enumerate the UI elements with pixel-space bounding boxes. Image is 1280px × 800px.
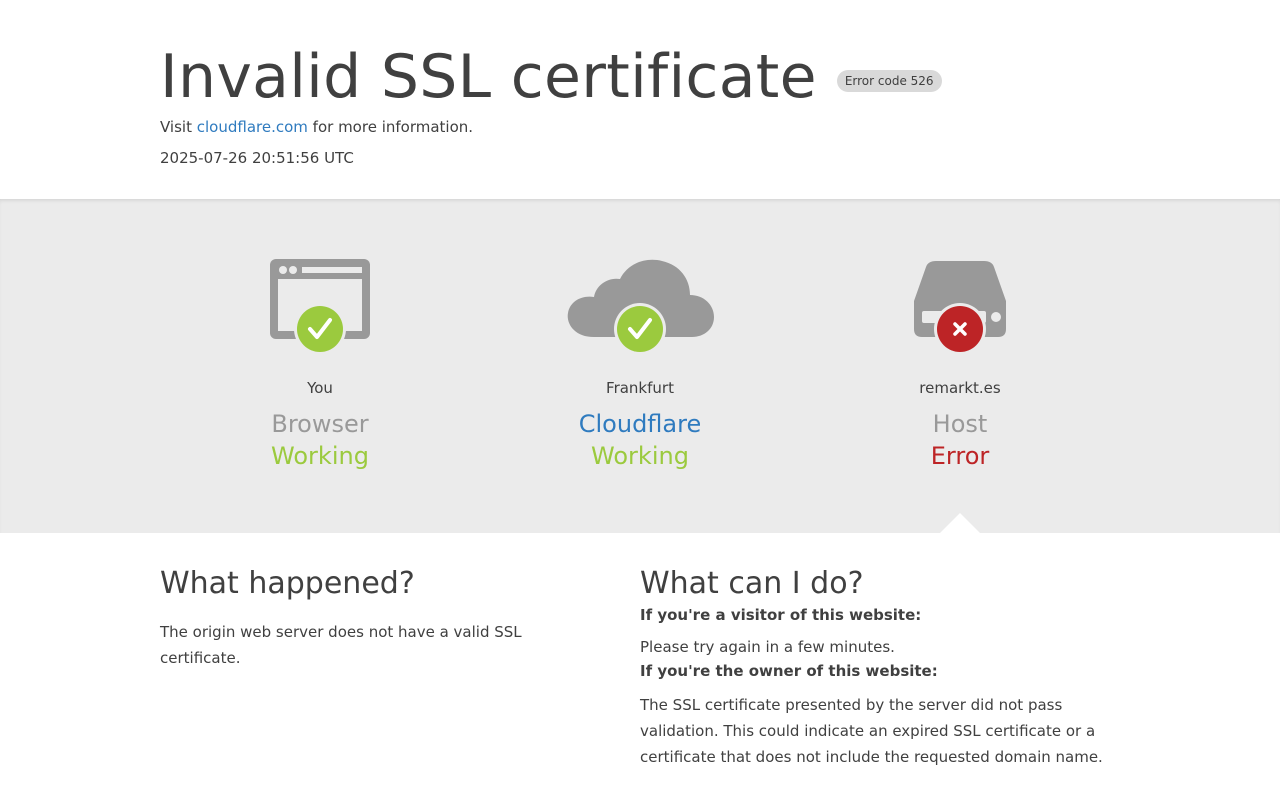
visitor-heading: If you're a visitor of this website:: [640, 606, 922, 624]
visit-suffix: for more information.: [312, 118, 474, 136]
node-status: Working: [591, 442, 689, 470]
cloudflare-link[interactable]: cloudflare.com: [197, 118, 308, 136]
node-location: You: [307, 379, 333, 397]
node-status: Error: [930, 442, 990, 470]
node-location: remarkt.es: [919, 379, 1001, 397]
cloudflare-name-link[interactable]: Cloudflare: [480, 407, 800, 441]
check-icon: [294, 303, 346, 355]
page-title: Invalid SSL certificate: [160, 42, 817, 112]
node-name: Host: [932, 410, 988, 438]
status-band: You Browser Working Frankfurt Cloudflare…: [0, 199, 1280, 533]
error-code-badge: Error code 526: [836, 70, 942, 92]
x-icon: [934, 303, 986, 355]
visit-line: Visit cloudflare.com for more informatio…: [160, 116, 473, 138]
cloudflare-node-icon: [480, 257, 800, 357]
timestamp: 2025-07-26 20:51:56 UTC: [160, 149, 354, 167]
what-happened-body: The origin web server does not have a va…: [160, 623, 522, 667]
cloud-icon: [567, 259, 714, 355]
header: Invalid SSL certificate Error code 526 V…: [0, 0, 1280, 199]
node-name: Browser: [271, 410, 369, 438]
title-row: Invalid SSL certificate Error code 526: [160, 40, 942, 114]
owner-body: The SSL certificate presented by the ser…: [640, 696, 1103, 766]
browser-node-icon: [160, 257, 480, 357]
browser-icon: [270, 259, 370, 355]
what-can-i-do-section: What can I do? If you're a visitor of th…: [640, 533, 1120, 770]
what-can-i-do-heading: What can I do?: [640, 566, 864, 601]
owner-heading: If you're the owner of this website:: [640, 662, 938, 680]
error-pointer: [940, 513, 980, 533]
visit-prefix: Visit: [160, 118, 192, 136]
what-happened-section: What happened? The origin web server doe…: [160, 533, 600, 671]
node-status: Working: [271, 442, 369, 470]
server-icon: [914, 261, 1006, 355]
node-location: Frankfurt: [606, 379, 674, 397]
info-section: What happened? The origin web server doe…: [0, 533, 1280, 800]
host-node-icon: [800, 257, 1120, 357]
check-icon: [614, 303, 666, 355]
visitor-body: Please try again in a few minutes.: [640, 638, 895, 656]
what-happened-heading: What happened?: [160, 566, 415, 601]
